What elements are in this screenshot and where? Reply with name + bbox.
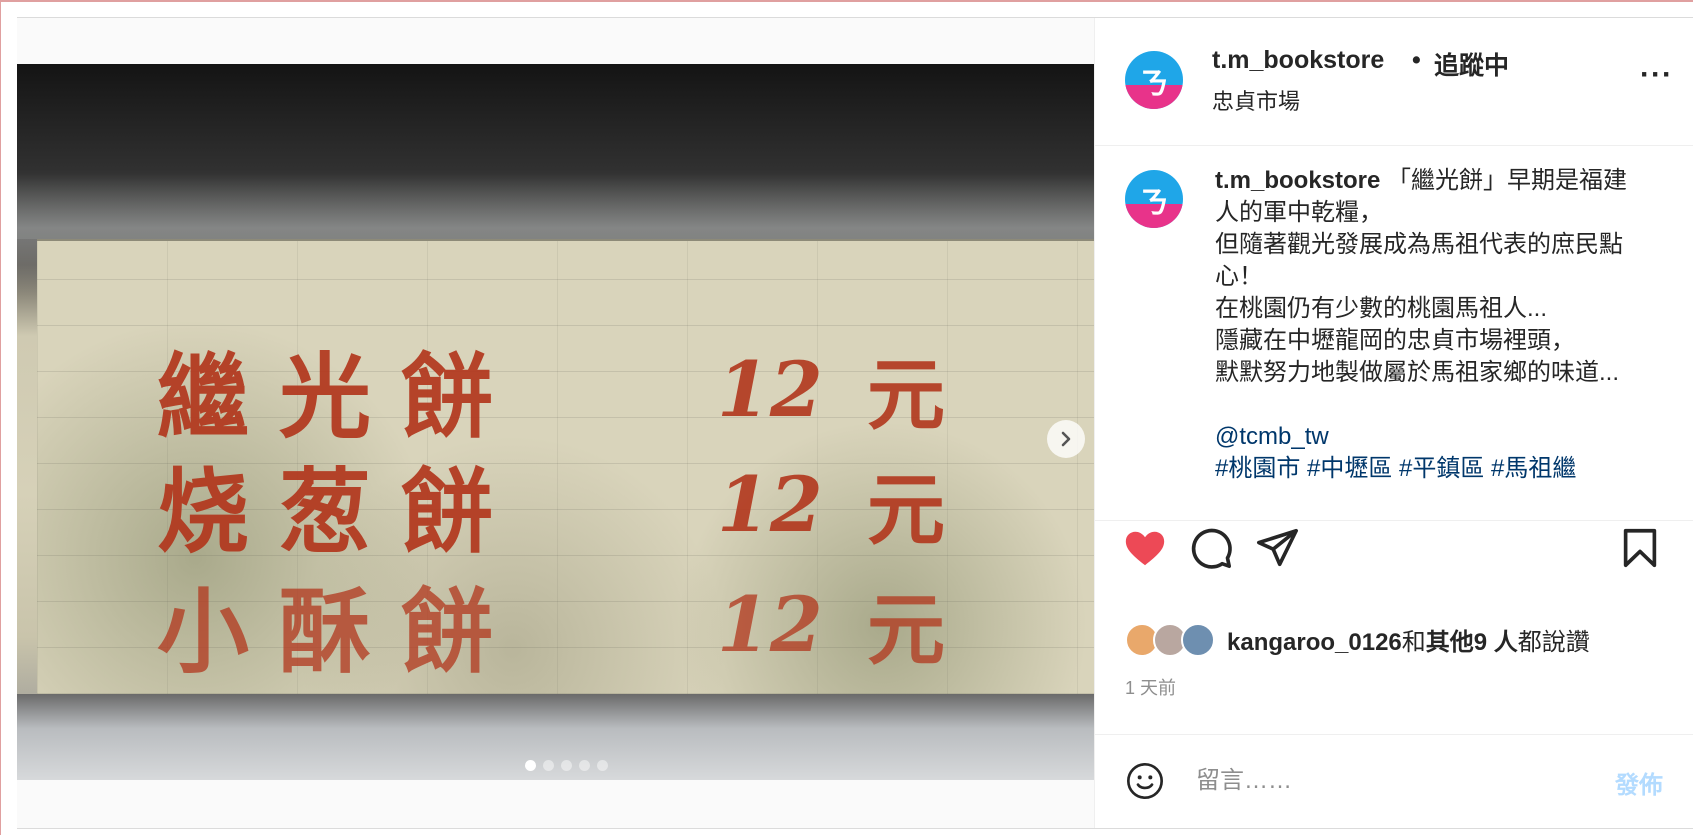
bookmark-icon bbox=[1623, 528, 1657, 568]
post-photo: 繼光餅 12 元 烧葱餅 12 元 小酥餅 12 元 bbox=[17, 64, 1094, 780]
left-border bbox=[0, 0, 1, 835]
comment-composer: 發佈 bbox=[1095, 734, 1693, 828]
comment-input[interactable] bbox=[1196, 763, 1576, 799]
caption-username[interactable]: t.m_bookstore bbox=[1215, 167, 1380, 194]
location-link[interactable]: 忠貞市場 bbox=[1212, 84, 1300, 116]
heart-icon bbox=[1125, 531, 1165, 566]
header-separator: • bbox=[1412, 46, 1421, 74]
follow-status-button[interactable]: 追蹤中 bbox=[1434, 46, 1509, 82]
sign-row: 小酥餅 12 元 bbox=[157, 569, 1017, 686]
comment-icon bbox=[1191, 528, 1232, 569]
carousel-dot bbox=[543, 760, 554, 771]
save-button[interactable] bbox=[1617, 525, 1663, 571]
sign-item-unit: 元 bbox=[867, 465, 946, 556]
likes-suffix: 都說讚 bbox=[1517, 629, 1590, 656]
share-button[interactable] bbox=[1254, 525, 1300, 571]
carousel-dot bbox=[579, 760, 590, 771]
sign-row: 烧葱餅 12 元 bbox=[157, 449, 1017, 566]
sign-item-price: 12 bbox=[717, 344, 823, 434]
sign-item-unit: 元 bbox=[867, 585, 946, 676]
mention-link[interactable]: @tcmb_tw bbox=[1215, 423, 1329, 450]
share-icon bbox=[1256, 528, 1298, 567]
likes-others-link[interactable]: 其他9 人 bbox=[1426, 629, 1518, 656]
caption-line: 但隨著觀光發展成為馬祖代表的庶民點心！ bbox=[1215, 231, 1623, 290]
carousel-dot bbox=[561, 760, 572, 771]
likes-summary[interactable]: kangaroo_0126和其他9 人都說讚 bbox=[1125, 622, 1590, 657]
avatar[interactable]: ㄋ bbox=[1125, 170, 1183, 228]
carousel-indicator bbox=[525, 760, 608, 771]
caption-line: 隱藏在中壢龍岡的忠貞市場裡頭， bbox=[1215, 327, 1575, 354]
sign-item-price: 12 bbox=[717, 579, 823, 669]
more-options-icon[interactable]: ··· bbox=[1640, 58, 1673, 92]
chevron-right-icon bbox=[1061, 431, 1071, 447]
sign-item-name: 烧葱餅 bbox=[157, 457, 524, 566]
avatar bbox=[1181, 622, 1215, 657]
avatar[interactable]: ㄋ bbox=[1125, 51, 1183, 109]
sign-item-name: 小酥餅 bbox=[157, 577, 524, 686]
caption-section: ㄋ t.m_bookstore 「繼光餅」早期是福建人的軍中乾糧， 但隨著觀光發… bbox=[1095, 147, 1693, 520]
likes-text: kangaroo_0126和其他9 人都說讚 bbox=[1227, 622, 1590, 657]
sign-item-unit: 元 bbox=[867, 350, 946, 441]
liker-username[interactable]: kangaroo_0126 bbox=[1227, 629, 1402, 656]
post-side-panel: ㄋ t.m_bookstore • 追蹤中 忠貞市場 ··· ㄋ t.m_boo… bbox=[1094, 18, 1693, 828]
caption-line: 在桃園仍有少數的桃園馬祖人... bbox=[1215, 295, 1548, 322]
carousel-dot bbox=[597, 760, 608, 771]
smiley-icon bbox=[1127, 763, 1163, 799]
post-media: 繼光餅 12 元 烧葱餅 12 元 小酥餅 12 元 bbox=[17, 18, 1094, 828]
sign-item-name: 繼光餅 bbox=[157, 342, 524, 451]
like-button[interactable] bbox=[1122, 525, 1168, 571]
sign-item-price: 12 bbox=[717, 459, 823, 549]
caption-text: t.m_bookstore 「繼光餅」早期是福建人的軍中乾糧， 但隨著觀光發展成… bbox=[1215, 165, 1635, 485]
top-border bbox=[0, 0, 1693, 2]
carousel-next-button[interactable] bbox=[1047, 420, 1085, 458]
likes-joiner: 和 bbox=[1401, 629, 1426, 656]
emoji-button[interactable] bbox=[1125, 761, 1165, 801]
post-timestamp[interactable]: 1 天前 bbox=[1125, 674, 1176, 700]
header-username[interactable]: t.m_bookstore bbox=[1212, 46, 1384, 75]
action-bar bbox=[1095, 520, 1693, 580]
post-header: ㄋ t.m_bookstore • 追蹤中 忠貞市場 ··· bbox=[1095, 18, 1693, 146]
post-comment-button[interactable]: 發佈 bbox=[1615, 765, 1663, 800]
carousel-dot bbox=[525, 760, 536, 771]
caption-line: 默默努力地製做屬於馬祖家鄉的味道... bbox=[1215, 359, 1620, 386]
sign-row: 繼光餅 12 元 bbox=[157, 334, 1017, 451]
comment-button[interactable] bbox=[1188, 525, 1234, 571]
hashtag-links[interactable]: #桃園市 #中壢區 #平鎮區 #馬祖繼 bbox=[1215, 455, 1576, 482]
